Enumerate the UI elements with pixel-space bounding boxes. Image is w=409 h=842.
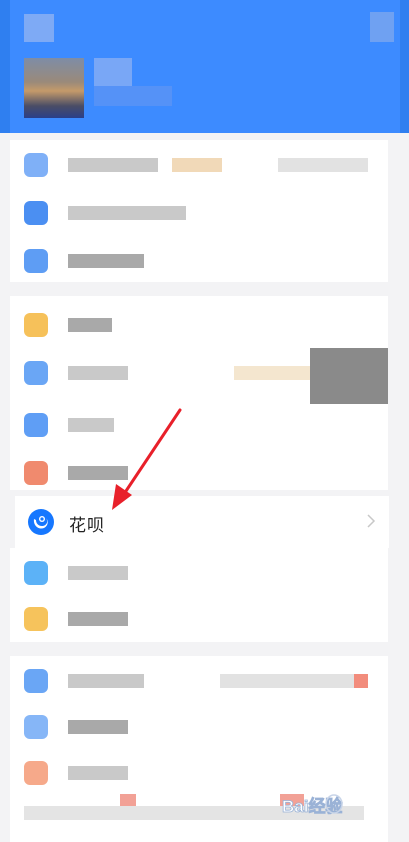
list-item[interactable] (10, 702, 388, 750)
header-blurred-block (24, 14, 54, 42)
blurred-text (172, 158, 222, 172)
blurred-text (68, 366, 128, 380)
blurred-text (68, 418, 114, 432)
avatar[interactable] (24, 58, 84, 118)
list-item[interactable] (10, 300, 388, 348)
list-item-icon (24, 715, 48, 739)
list-item-icon (24, 607, 48, 631)
blurred-text (68, 466, 128, 480)
blurred-text (68, 766, 128, 780)
list-item-icon (24, 313, 48, 337)
list-item-icon (24, 249, 48, 273)
list-item[interactable] (10, 188, 388, 236)
list-item[interactable] (10, 140, 388, 188)
menu-section (10, 296, 388, 490)
menu-section (10, 140, 388, 282)
huabei-menu-item[interactable]: 花呗 (15, 496, 389, 548)
list-item-icon (24, 153, 48, 177)
header-blurred-block (370, 12, 394, 42)
list-item-icon (24, 561, 48, 585)
list-item[interactable] (10, 400, 388, 448)
blurred-text (220, 674, 356, 688)
blurred-text (68, 720, 128, 734)
blurred-text (68, 206, 186, 220)
blurred-badge (354, 674, 368, 688)
blurred-text (68, 566, 128, 580)
menu-section (10, 548, 388, 642)
huabei-logo-icon (27, 508, 55, 536)
blurred-text (68, 158, 158, 172)
blurred-text (68, 612, 128, 626)
blurred-text (68, 254, 144, 268)
blurred-badge (120, 794, 136, 806)
blurred-text (68, 318, 112, 332)
blurred-text (68, 674, 144, 688)
blurred-image (310, 348, 388, 404)
baidu-jingyan-watermark: Bai经验 (276, 784, 402, 828)
list-item[interactable] (10, 448, 388, 496)
profile-header (0, 0, 409, 133)
list-item-icon (24, 461, 48, 485)
chevron-right-icon (363, 513, 379, 529)
list-item[interactable] (10, 548, 388, 596)
list-item-icon (24, 669, 48, 693)
header-blurred-block (94, 86, 172, 106)
list-item-icon (24, 361, 48, 385)
list-item[interactable] (10, 594, 388, 642)
list-item[interactable] (10, 236, 388, 284)
list-item[interactable] (10, 348, 388, 404)
header-blurred-block (94, 58, 132, 86)
list-item[interactable] (10, 656, 388, 704)
list-item-icon (24, 413, 48, 437)
huabei-label: 花呗 (69, 516, 105, 535)
blurred-text (278, 158, 368, 172)
blurred-text (234, 366, 320, 380)
list-item-icon (24, 201, 48, 225)
list-item-icon (24, 761, 48, 785)
